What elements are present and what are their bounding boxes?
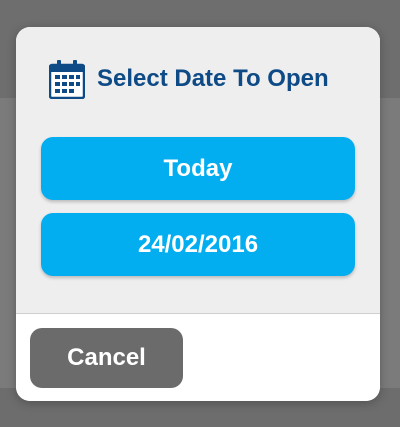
today-button[interactable]: Today [41, 137, 355, 200]
dialog-header: Select Date To Open [49, 58, 329, 100]
dialog-title: Select Date To Open [97, 65, 329, 92]
dialog-body: Select Date To Open Today 24/02/2016 [16, 27, 380, 313]
date-select-dialog: Select Date To Open Today 24/02/2016 Can… [16, 27, 380, 401]
calendar-icon [49, 60, 85, 99]
cancel-button[interactable]: Cancel [30, 328, 183, 388]
date-button[interactable]: 24/02/2016 [41, 213, 355, 276]
